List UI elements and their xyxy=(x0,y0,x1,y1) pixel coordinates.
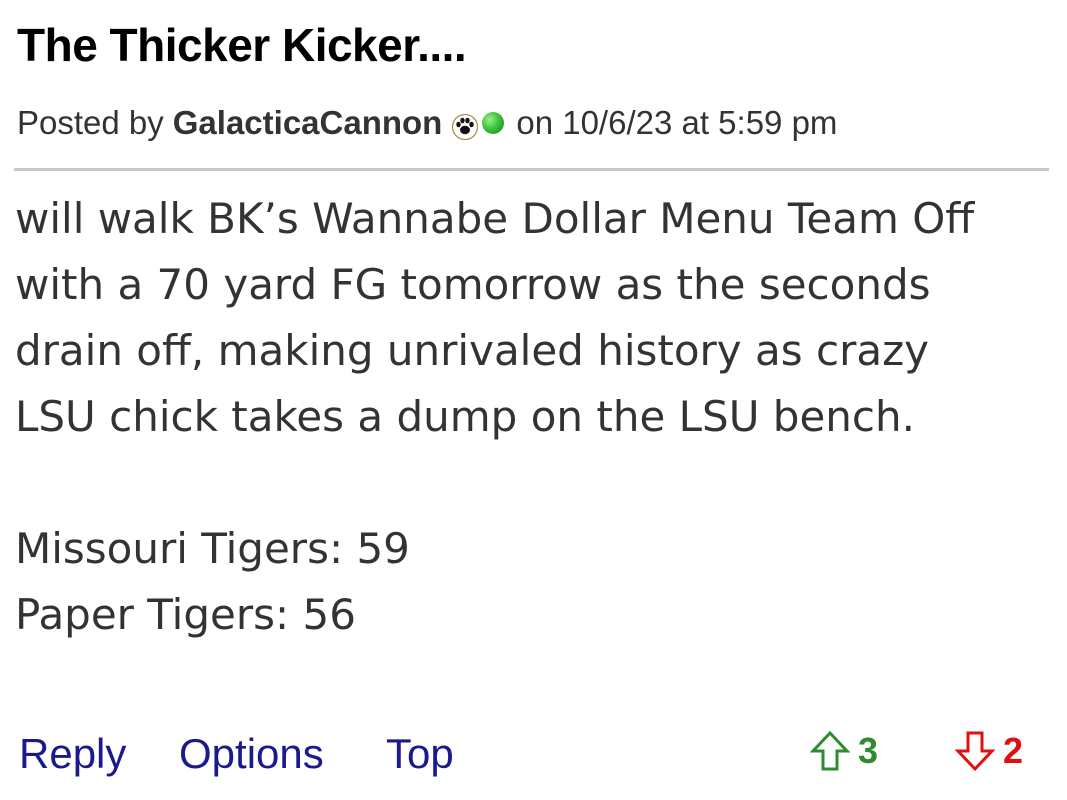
posted-by-label: Posted by xyxy=(17,104,164,141)
forum-post: The Thicker Kicker.... Posted by Galacti… xyxy=(0,0,1067,800)
online-dot-icon xyxy=(482,112,505,134)
post-body: will walk BK’s Wannabe Dollar Menu Team … xyxy=(15,186,1055,648)
down-arrow-icon xyxy=(955,730,995,772)
upvote-count: 3 xyxy=(858,730,879,771)
post-meta: Posted by GalacticaCannon on 10/6/23 at … xyxy=(17,104,837,142)
post-body-line: LSU chick takes a dump on the LSU bench. xyxy=(15,392,915,441)
up-arrow-icon xyxy=(810,730,850,772)
downvote-count: 2 xyxy=(1003,730,1024,771)
post-title: The Thicker Kicker.... xyxy=(17,19,467,71)
score-line: Missouri Tigers: 59 xyxy=(15,524,410,573)
post-body-line: drain off, making unrivaled history as c… xyxy=(15,326,929,375)
upvote-button[interactable]: 3 xyxy=(810,730,878,772)
score-line: Paper Tigers: 56 xyxy=(15,590,356,639)
header-divider xyxy=(14,168,1049,171)
post-body-line: will walk BK’s Wannabe Dollar Menu Team … xyxy=(15,194,975,243)
reply-link[interactable]: Reply xyxy=(19,730,126,778)
paw-icon xyxy=(452,110,479,141)
post-date: on 10/6/23 at 5:59 pm xyxy=(516,104,838,141)
downvote-button[interactable]: 2 xyxy=(955,730,1023,772)
post-body-line: with a 70 yard FG tomorrow as the second… xyxy=(15,260,931,309)
author-link[interactable]: GalacticaCannon xyxy=(173,104,443,142)
top-link[interactable]: Top xyxy=(386,730,454,778)
options-link[interactable]: Options xyxy=(179,730,324,778)
